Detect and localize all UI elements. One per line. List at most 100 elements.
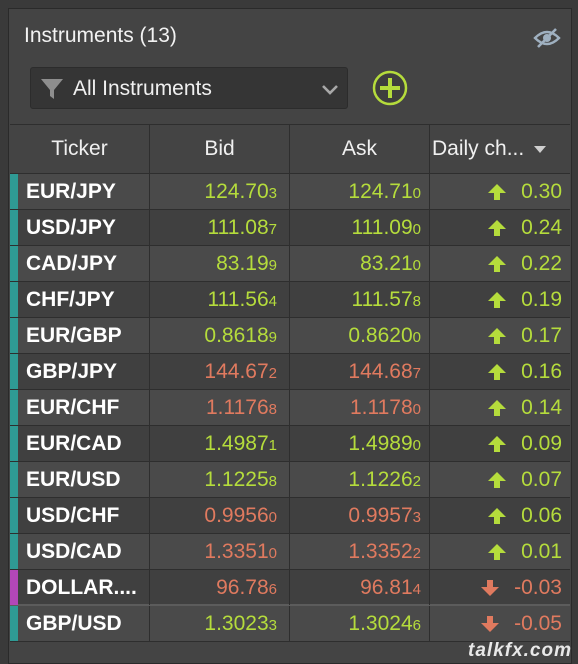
ask-price-cell[interactable]: 124.710 bbox=[290, 174, 430, 209]
column-header-bid[interactable]: Bid bbox=[150, 125, 290, 173]
bid-price-main: 83.19 bbox=[216, 252, 269, 275]
daily-change-cell: 0.30 bbox=[430, 174, 570, 209]
table-row[interactable]: USD/CAD 1.33510 1.33522 0.01 bbox=[10, 534, 570, 570]
table-row[interactable]: USD/JPY 111.087 111.090 0.24 bbox=[10, 210, 570, 246]
ask-price-pip: 0 bbox=[412, 437, 421, 454]
arrow-up-icon bbox=[488, 544, 507, 561]
ask-price-main: 0.8620 bbox=[348, 324, 413, 347]
ask-price-cell[interactable]: 111.090 bbox=[290, 210, 430, 245]
bid-price-pip: 8 bbox=[268, 473, 277, 490]
daily-change-cell: 0.17 bbox=[430, 318, 570, 353]
watermark-text: talkfx.com bbox=[468, 640, 572, 661]
arrow-up-icon bbox=[488, 184, 507, 201]
arrow-down-icon bbox=[481, 580, 500, 597]
arrow-up-icon bbox=[488, 400, 507, 417]
ticker-cell: EUR/JPY bbox=[10, 174, 150, 209]
bid-price-main: 0.9956 bbox=[204, 504, 269, 527]
daily-change-value: 0.09 bbox=[521, 432, 562, 455]
ask-price-pip: 7 bbox=[412, 365, 421, 382]
bid-price-cell[interactable]: 1.49871 bbox=[150, 426, 290, 461]
ask-price-main: 1.3024 bbox=[348, 612, 413, 635]
column-header-ticker[interactable]: Ticker bbox=[10, 125, 150, 173]
daily-change-cell: 0.24 bbox=[430, 210, 570, 245]
ask-price-cell[interactable]: 1.33522 bbox=[290, 534, 430, 569]
ask-price-pip: 0 bbox=[412, 185, 421, 202]
ticker-cell: GBP/JPY bbox=[10, 354, 150, 389]
table-row[interactable]: EUR/CAD 1.49871 1.49890 0.09 bbox=[10, 426, 570, 462]
ask-price-pip: 0 bbox=[412, 221, 421, 238]
daily-change-cell: -0.03 bbox=[430, 570, 570, 605]
arrow-down-icon bbox=[481, 616, 500, 633]
arrow-up-icon bbox=[488, 220, 507, 237]
ticker-cell: USD/CHF bbox=[10, 498, 150, 533]
daily-change-value: -0.03 bbox=[514, 576, 562, 599]
ask-price-main: 144.68 bbox=[348, 360, 413, 383]
ticker-cell: DOLLAR.... bbox=[10, 570, 150, 605]
bid-price-cell[interactable]: 111.564 bbox=[150, 282, 290, 317]
daily-change-value: 0.30 bbox=[521, 180, 562, 203]
bid-price-cell[interactable]: 0.86189 bbox=[150, 318, 290, 353]
bid-price-main: 1.1225 bbox=[204, 468, 269, 491]
ask-price-cell[interactable]: 1.12262 bbox=[290, 462, 430, 497]
bid-price-cell[interactable]: 83.199 bbox=[150, 246, 290, 281]
daily-change-cell: 0.14 bbox=[430, 390, 570, 425]
column-header-daily-change-label: Daily ch... bbox=[432, 137, 525, 160]
filter-icon bbox=[41, 79, 63, 99]
add-instrument-button[interactable] bbox=[372, 70, 408, 106]
ask-price-cell[interactable]: 83.210 bbox=[290, 246, 430, 281]
ticker-cell: USD/CAD bbox=[10, 534, 150, 569]
table-row[interactable]: EUR/CHF 1.11768 1.11780 0.14 bbox=[10, 390, 570, 426]
arrow-up-icon bbox=[488, 472, 507, 489]
daily-change-cell: 0.01 bbox=[430, 534, 570, 569]
ask-price-main: 1.1178 bbox=[349, 396, 413, 419]
table-row[interactable]: CHF/JPY 111.564 111.578 0.19 bbox=[10, 282, 570, 318]
bid-price-main: 1.3351 bbox=[204, 540, 269, 563]
daily-change-value: 0.06 bbox=[521, 504, 562, 527]
table-row[interactable]: USD/CHF 0.99560 0.99573 0.06 bbox=[10, 498, 570, 534]
table-row[interactable]: DOLLAR.... 96.786 96.814 -0.03 bbox=[10, 570, 570, 606]
panel-title: Instruments (13) bbox=[24, 24, 177, 47]
ask-price-cell[interactable]: 96.814 bbox=[290, 570, 430, 605]
bid-price-cell[interactable]: 144.672 bbox=[150, 354, 290, 389]
ask-price-cell[interactable]: 144.687 bbox=[290, 354, 430, 389]
arrow-up-icon bbox=[488, 328, 507, 345]
ask-price-cell[interactable]: 0.86200 bbox=[290, 318, 430, 353]
table-row[interactable]: EUR/GBP 0.86189 0.86200 0.17 bbox=[10, 318, 570, 354]
bid-price-cell[interactable]: 0.99560 bbox=[150, 498, 290, 533]
ticker-cell: EUR/USD bbox=[10, 462, 150, 497]
bid-price-cell[interactable]: 111.087 bbox=[150, 210, 290, 245]
ask-price-cell[interactable]: 1.30246 bbox=[290, 606, 430, 641]
daily-change-value: 0.19 bbox=[521, 288, 562, 311]
ask-price-main: 1.3352 bbox=[348, 540, 413, 563]
hide-eye-icon[interactable] bbox=[532, 26, 562, 50]
table-row[interactable]: CAD/JPY 83.199 83.210 0.22 bbox=[10, 246, 570, 282]
bid-price-cell[interactable]: 1.30233 bbox=[150, 606, 290, 641]
bid-price-cell[interactable]: 1.11768 bbox=[150, 390, 290, 425]
bid-price-pip: 2 bbox=[268, 365, 277, 382]
column-header-daily-change[interactable]: Daily ch... bbox=[430, 125, 570, 173]
instrument-filter-dropdown[interactable]: All Instruments bbox=[30, 67, 348, 109]
table-row[interactable]: EUR/USD 1.12258 1.12262 0.07 bbox=[10, 462, 570, 498]
ask-price-cell[interactable]: 1.49890 bbox=[290, 426, 430, 461]
ask-price-cell[interactable]: 111.578 bbox=[290, 282, 430, 317]
ask-price-cell[interactable]: 1.11780 bbox=[290, 390, 430, 425]
ask-price-main: 111.57 bbox=[351, 288, 413, 311]
daily-change-value: 0.22 bbox=[521, 252, 562, 275]
table-row[interactable]: GBP/JPY 144.672 144.687 0.16 bbox=[10, 354, 570, 390]
bid-price-cell[interactable]: 124.703 bbox=[150, 174, 290, 209]
bid-price-pip: 8 bbox=[268, 401, 277, 418]
ask-price-cell[interactable]: 0.99573 bbox=[290, 498, 430, 533]
ticker-cell: EUR/GBP bbox=[10, 318, 150, 353]
bid-price-cell[interactable]: 1.33510 bbox=[150, 534, 290, 569]
bid-price-pip: 9 bbox=[268, 329, 277, 346]
daily-change-cell: 0.22 bbox=[430, 246, 570, 281]
bid-price-cell[interactable]: 96.786 bbox=[150, 570, 290, 605]
bid-price-cell[interactable]: 1.12258 bbox=[150, 462, 290, 497]
ask-price-pip: 4 bbox=[412, 581, 421, 598]
table-row[interactable]: EUR/JPY 124.703 124.710 0.30 bbox=[10, 174, 570, 210]
bid-price-main: 1.4987 bbox=[204, 432, 269, 455]
daily-change-value: 0.17 bbox=[521, 324, 562, 347]
column-header-ask[interactable]: Ask bbox=[290, 125, 430, 173]
table-row[interactable]: GBP/USD 1.30233 1.30246 -0.05 bbox=[10, 606, 570, 642]
daily-change-value: 0.07 bbox=[521, 468, 562, 491]
